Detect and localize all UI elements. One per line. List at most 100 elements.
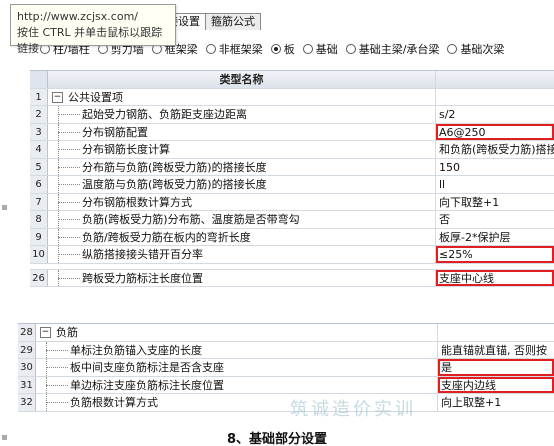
tooltip-url: http://www.zcjsx.com/	[17, 10, 138, 23]
group-label: 负筋	[56, 326, 78, 339]
setting-value[interactable]: 和负筋(跨板受力筋)搭接	[436, 141, 554, 158]
setting-name: 单标注负筋锚入支座的长度	[70, 343, 202, 357]
value-header	[436, 71, 554, 88]
row-number-header	[30, 71, 48, 88]
setting-name: 起始受力钢筋、负筋距支座边距离	[82, 108, 247, 121]
setting-value[interactable]: 支座中心线	[436, 269, 554, 286]
row-number: 26	[30, 269, 48, 286]
group-cell: − 负筋	[36, 324, 438, 341]
row-number: 31	[18, 376, 36, 393]
radio-foundation[interactable]: 基础	[302, 41, 338, 57]
setting-name-cell: 单标注负筋锚入支座的长度	[36, 341, 438, 358]
resize-handle-icon	[2, 205, 7, 210]
row-number: 10	[30, 246, 48, 263]
table-row[interactable]: 10 纵筋搭接接头错开百分率 ≤25%	[30, 246, 554, 264]
setting-value[interactable]: s/2	[436, 106, 554, 123]
settings-grid: 类型名称 1 − 公共设置项 2 起始受力钢筋、负筋距支座边距离 s/2 3 分布钢筋配…	[30, 70, 554, 287]
group-row[interactable]: 1 − 公共设置项	[30, 88, 554, 106]
group-label: 公共设置项	[68, 90, 123, 104]
setting-value[interactable]: 能直锚就直锚, 否则按	[438, 342, 554, 359]
setting-name: 分布筋与负筋(跨板受力筋)的搭接长度	[82, 160, 267, 174]
radio-foundation-secondary-beam[interactable]: 基础次梁	[447, 41, 504, 57]
setting-value[interactable]: 向上取整+1	[438, 394, 554, 411]
tooltip-hint: 按住 CTRL 并单击鼠标以跟踪链接	[17, 26, 163, 55]
row-number: 30	[18, 359, 36, 376]
collapse-icon[interactable]: −	[40, 327, 51, 338]
setting-name: 分布钢筋长度计算	[82, 143, 170, 156]
setting-value[interactable]: A6@250	[436, 123, 554, 140]
table-row[interactable]: 29 单标注负筋锚入支座的长度 能直锚就直锚, 否则按	[18, 341, 554, 359]
setting-name-cell: 分布筋与负筋(跨板受力筋)的搭接长度	[48, 158, 436, 175]
row-number: 28	[18, 324, 36, 341]
setting-value[interactable]: 向下取整+1	[436, 194, 554, 211]
row-number: 1	[30, 88, 48, 105]
watermark: 筑诚造价实训	[290, 399, 416, 420]
tab-stirrup-formula[interactable]: 箍筋公式	[205, 13, 261, 30]
table-row[interactable]: 32 负筋根数计算方式 向上取整+1	[18, 394, 554, 412]
table-row[interactable]: 3 分布钢筋配置 A6@250	[30, 123, 554, 141]
table-row[interactable]: 7 分布钢筋根数计算方式 向下取整+1	[30, 193, 554, 211]
settings-window: 搭接设置 箍筋公式 柱/墙柱 剪力墙 框架梁 非框架梁 板 基础 基础主梁/承台…	[0, 0, 554, 446]
setting-value[interactable]: 支座内边线	[438, 376, 554, 393]
figure-caption: 8、基础部分设置	[226, 432, 328, 446]
setting-value[interactable]: 板厚-2*保护层	[436, 229, 554, 246]
negative-rebar-grid: 28 − 负筋 29 单标注负筋锚入支座的长度 能直锚就直锚, 否则按 30 板中间支座…	[18, 323, 554, 412]
setting-value[interactable]: 是	[438, 359, 554, 376]
radio-slab[interactable]: 板	[270, 41, 295, 57]
setting-name-cell: 温度筋与负筋(跨板受力筋)的搭接长度	[48, 176, 436, 193]
setting-name: 分布钢筋根数计算方式	[82, 195, 192, 209]
radio-circle-icon	[205, 44, 216, 54]
setting-name-cell: 负筋/跨板受力筋在板内的弯折长度	[48, 228, 436, 245]
setting-name-cell: 分布钢筋根数计算方式	[48, 193, 436, 210]
radio-checked-icon	[270, 44, 281, 54]
table-row[interactable]: 2 起始受力钢筋、负筋距支座边距离 s/2	[30, 106, 554, 124]
setting-name: 温度筋与负筋(跨板受力筋)的搭接长度	[82, 178, 267, 191]
table-row[interactable]: 6 温度筋与负筋(跨板受力筋)的搭接长度 ll	[30, 176, 554, 194]
setting-name-cell: 负筋(跨板受力筋)分布筋、温度筋是否带弯勾	[48, 211, 436, 228]
row-number: 6	[30, 176, 48, 193]
table-row[interactable]: 31 单边标注支座负筋标注长度位置 支座内边线	[18, 376, 554, 394]
group-value	[436, 89, 554, 106]
setting-value[interactable]: ll	[436, 176, 554, 193]
row-number: 7	[30, 193, 48, 210]
setting-name-cell: 分布钢筋配置	[48, 123, 436, 140]
row-number: 3	[30, 123, 48, 140]
table-row[interactable]: 4 分布钢筋长度计算 和负筋(跨板受力筋)搭接	[30, 141, 554, 159]
row-number: 32	[18, 394, 36, 411]
group-row[interactable]: 28 − 负筋	[18, 324, 554, 342]
row-number: 9	[30, 228, 48, 245]
setting-name-cell: 纵筋搭接接头错开百分率	[48, 246, 436, 263]
setting-name-cell: 分布钢筋长度计算	[48, 141, 436, 158]
setting-name-cell: 单边标注支座负筋标注长度位置	[36, 376, 438, 393]
row-number: 5	[30, 158, 48, 175]
link-tooltip: http://www.zcjsx.com/ 按住 CTRL 并单击鼠标以跟踪链接	[10, 4, 176, 55]
table-row[interactable]: 30 板中间支座负筋标注是否含支座 是	[18, 359, 554, 377]
setting-value[interactable]: ≤25%	[436, 246, 554, 263]
row-number: 29	[18, 341, 36, 358]
setting-name: 负筋/跨板受力筋在板内的弯折长度	[82, 230, 251, 244]
grid-header-row: 类型名称	[30, 71, 554, 89]
table-row[interactable]: 9 负筋/跨板受力筋在板内的弯折长度 板厚-2*保护层	[30, 228, 554, 246]
table-row[interactable]: 26 跨板受力筋标注长度位置 支座中心线	[30, 269, 554, 287]
setting-name: 负筋(跨板受力筋)分布筋、温度筋是否带弯勾	[82, 213, 300, 226]
table-row[interactable]: 5 分布筋与负筋(跨板受力筋)的搭接长度 150	[30, 158, 554, 176]
radio-nonframe-beam[interactable]: 非框架梁	[205, 41, 263, 57]
setting-value[interactable]: 否	[436, 211, 554, 228]
setting-name: 纵筋搭接接头错开百分率	[82, 248, 203, 261]
group-value	[438, 324, 554, 341]
radio-circle-icon	[345, 44, 356, 54]
setting-value[interactable]: 150	[436, 159, 554, 176]
setting-name-cell: 跨板受力筋标注长度位置	[48, 269, 436, 286]
collapse-icon[interactable]: −	[52, 91, 63, 103]
setting-name: 负筋根数计算方式	[70, 396, 158, 409]
table-row[interactable]: 8 负筋(跨板受力筋)分布筋、温度筋是否带弯勾 否	[30, 211, 554, 229]
row-number: 4	[30, 141, 48, 158]
radio-circle-icon	[302, 44, 313, 54]
radio-foundation-main-beam[interactable]: 基础主梁/承台梁	[345, 41, 439, 57]
row-number: 8	[30, 211, 48, 228]
setting-name: 分布钢筋配置	[82, 125, 148, 139]
group-cell: − 公共设置项	[48, 88, 436, 105]
type-name-header: 类型名称	[48, 71, 436, 88]
row-number: 2	[30, 106, 48, 123]
setting-name-cell: 板中间支座负筋标注是否含支座	[36, 359, 438, 376]
